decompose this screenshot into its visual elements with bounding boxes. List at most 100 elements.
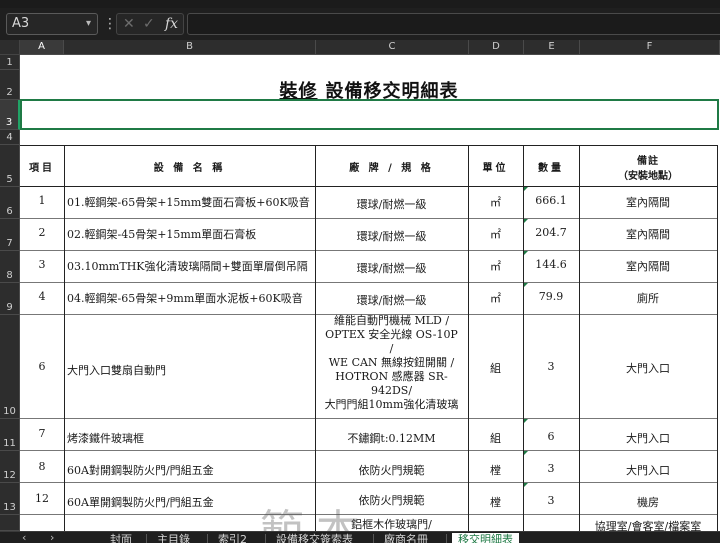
item-remark: 大門入口: [626, 464, 670, 477]
item-no: 1: [38, 194, 46, 207]
more-options-icon[interactable]: ⋮: [103, 14, 117, 34]
header-name: 設 備 名 稱: [153, 163, 226, 174]
row-header-4[interactable]: 4: [0, 130, 20, 145]
row-header-1[interactable]: 1: [0, 55, 20, 70]
column-header-a[interactable]: A: [20, 40, 64, 55]
item-name: 04.輕鋼架-65骨架+9mm單面水泥板+60K吸音: [67, 292, 303, 305]
tab-main-index[interactable]: 主目錄: [157, 533, 190, 543]
tab-vendor-list[interactable]: 廠商名冊: [384, 533, 428, 543]
tab-separator: [373, 534, 374, 543]
item-name: 大門入口雙扇自動門: [67, 364, 166, 377]
row-header-10[interactable]: 10: [0, 315, 20, 419]
enter-icon[interactable]: ✓: [143, 15, 155, 33]
item-qty: 3: [547, 360, 555, 373]
item-unit: 組: [490, 362, 501, 375]
header-bottom-border: [20, 186, 718, 187]
row-header-7[interactable]: 7: [0, 219, 20, 251]
item-brand-multiline: 維能自動門機械 MLD / OPTEX 安全光線 OS-10P / WE CAN…: [315, 314, 468, 418]
brand-line: 大門門組10mm強化清玻璃: [324, 398, 459, 411]
item-qty: 666.1: [535, 194, 567, 207]
row-divider: [20, 418, 718, 419]
item-qty: 204.7: [535, 226, 567, 239]
item-brand: 不鏽鋼t:0.12MM: [347, 432, 436, 445]
insert-function-icon[interactable]: fx: [165, 15, 178, 33]
name-box-value: A3: [12, 16, 30, 31]
item-unit: 組: [490, 432, 501, 445]
cancel-icon[interactable]: ✕: [123, 15, 135, 33]
tab-handover-signoff[interactable]: 設備移交簽索表: [276, 533, 353, 543]
header-remark: 備註: [637, 156, 659, 167]
item-brand: 環球/耐燃一級: [356, 294, 427, 307]
item-brand: 環球/耐燃一級: [356, 198, 427, 211]
item-qty: 144.6: [535, 258, 567, 271]
item-no: 3: [38, 258, 46, 271]
row-divider: [20, 450, 718, 451]
item-qty: 3: [547, 494, 555, 507]
tab-separator: [146, 534, 147, 543]
tab-separator: [207, 534, 208, 543]
header-brand: 廠 牌 / 規 格: [349, 163, 434, 174]
column-header-e[interactable]: E: [524, 40, 580, 55]
item-brand: 環球/耐燃一級: [356, 230, 427, 243]
column-header-c[interactable]: C: [316, 40, 469, 55]
row-header-12[interactable]: 12: [0, 451, 20, 483]
item-qty: 6: [547, 430, 555, 443]
error-indicator: [524, 219, 528, 223]
table-top-border: [20, 145, 718, 146]
item-remark: 室內隔間: [626, 260, 670, 273]
row-header-9[interactable]: 9: [0, 283, 20, 315]
item-unit: ㎡: [490, 196, 501, 209]
formula-tools: ✕ ✓ fx: [116, 13, 184, 35]
tab-separator: [265, 534, 266, 543]
tab-scroll-right-icon[interactable]: ›: [50, 532, 54, 543]
row-header-2[interactable]: 2: [0, 70, 20, 100]
sheet-tab-bar: ‹ › 封面 主目錄 索引2 設備移交簽索表 廠商名冊 移交明細表: [0, 531, 720, 543]
title-strip: [0, 0, 720, 8]
item-no: 2: [38, 226, 46, 239]
row-header-14[interactable]: [0, 515, 20, 531]
name-box[interactable]: A3 ▾: [6, 13, 98, 35]
row-header-3[interactable]: 3: [0, 100, 20, 130]
column-header-d[interactable]: D: [469, 40, 524, 55]
column-header-b[interactable]: B: [64, 40, 316, 55]
header-item: 項目: [29, 163, 55, 174]
item-brand: 環球/耐燃一級: [356, 262, 427, 275]
row-header-13[interactable]: 13: [0, 483, 20, 515]
item-no: 12: [35, 492, 49, 505]
select-all-corner[interactable]: [0, 40, 20, 55]
row-header-11[interactable]: 11: [0, 419, 20, 451]
item-remark: 廁所: [637, 292, 659, 305]
item-remark: 大門入口: [626, 362, 670, 375]
item-name: 烤漆鐵件玻璃框: [67, 432, 144, 445]
brand-line: OPTEX 安全光線 OS-10P: [325, 328, 458, 341]
column-header-f[interactable]: F: [580, 40, 720, 55]
tab-handover-detail[interactable]: 移交明細表: [452, 533, 519, 543]
item-unit: 樘: [490, 496, 501, 509]
tab-index-2[interactable]: 索引2: [218, 533, 247, 543]
item-remark: 大門入口: [626, 432, 670, 445]
error-indicator: [524, 451, 528, 455]
item-unit: ㎡: [490, 260, 501, 273]
brand-line: WE CAN 無線按鈕開關 /: [328, 356, 455, 369]
formula-input[interactable]: [187, 13, 720, 35]
item-no: 7: [38, 427, 46, 440]
item-qty: 3: [547, 462, 555, 475]
col-divider: [717, 145, 718, 533]
row-header-5[interactable]: 5: [0, 145, 20, 187]
col-divider: [64, 145, 65, 533]
row-divider: [20, 218, 718, 219]
row-header-8[interactable]: 8: [0, 251, 20, 283]
tab-scroll-left-icon[interactable]: ‹: [22, 532, 26, 543]
item-remark: 室內隔間: [626, 228, 670, 241]
item-unit: ㎡: [490, 292, 501, 305]
spreadsheet-app: A3 ▾ ⋮ ✕ ✓ fx A B C D E F 1 2 3 4 5 6 7 …: [0, 0, 720, 543]
brand-line: /: [389, 342, 394, 355]
row-header-6[interactable]: 6: [0, 187, 20, 219]
formula-bar: A3 ▾ ⋮ ✕ ✓ fx: [0, 8, 720, 40]
error-indicator: [524, 419, 528, 423]
worksheet[interactable]: 裝修 設備移交明細表 項目 設 備 名 稱 廠 牌 / 規 格 單位 數量 備註 …: [20, 55, 720, 533]
item-name: 03.10mmTHK強化清玻璃隔間+雙面單層倒吊隔: [67, 260, 308, 273]
brand-line: 維能自動門機械 MLD /: [333, 314, 450, 327]
chevron-down-icon[interactable]: ▾: [86, 14, 91, 34]
tab-cover[interactable]: 封面: [110, 533, 132, 543]
